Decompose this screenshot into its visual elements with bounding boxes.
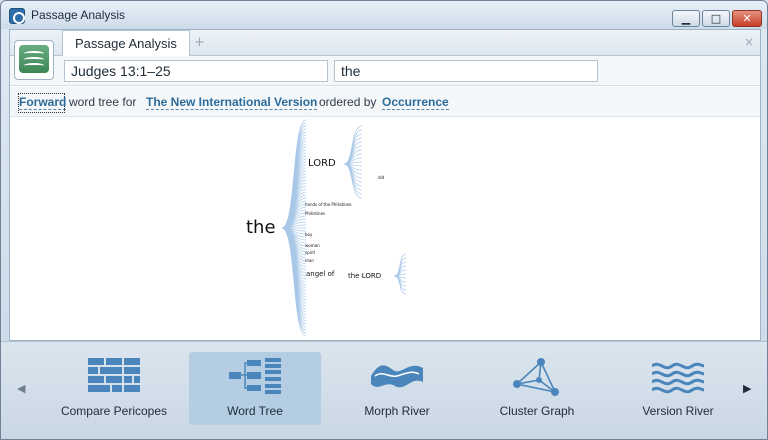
tool-compare-pericopes[interactable]: Compare Pericopes — [48, 352, 180, 425]
tree-label-boy: boy — [305, 232, 313, 237]
direction-dropdown[interactable]: Forward — [19, 95, 67, 110]
compare-pericopes-icon — [88, 358, 140, 392]
tool-label: Word Tree — [227, 404, 283, 418]
minimize-icon: ▁ — [681, 12, 691, 25]
close-icon: ✕ — [742, 12, 752, 25]
order-dropdown[interactable]: Occurrence — [382, 95, 449, 110]
morph-river-icon — [371, 365, 423, 388]
version-dropdown[interactable]: The New International Version — [146, 95, 318, 110]
tool-gallery: ◀ ▶ Compare Pericopes Word Tree Morph Ri… — [1, 341, 767, 439]
settings-text-1: word tree for — [69, 95, 137, 109]
app-logo-icon — [9, 8, 25, 24]
settings-text-2: ordered by — [319, 95, 377, 109]
tab-passage-analysis[interactable]: Passage Analysis — [62, 30, 190, 57]
tree-label-woman: woman — [305, 243, 320, 248]
panel-menu-button[interactable]: ▼ — [14, 40, 61, 97]
window-title: Passage Analysis — [31, 8, 126, 22]
tree-label-philistines: Philistines — [305, 211, 326, 216]
tool-version-river[interactable]: Version River — [612, 352, 744, 425]
word-tree-lines — [281, 119, 407, 337]
tree-branch-lord[interactable]: LORD — [308, 158, 336, 169]
cluster-graph-icon — [513, 358, 559, 396]
passage-analysis-window: Passage Analysis ▁ □ ✕ Passage Analysis … — [0, 0, 768, 440]
tree-root-word[interactable]: the — [246, 217, 276, 238]
passage-analysis-logo-icon — [19, 45, 49, 73]
word-tree-icon — [229, 358, 281, 394]
tab-strip: Passage Analysis + × — [10, 30, 760, 57]
add-tab-button[interactable]: + — [194, 35, 205, 50]
query-input[interactable]: the — [334, 60, 598, 82]
tool-cluster-graph[interactable]: Cluster Graph — [471, 352, 603, 425]
tree-label-hands: hands of the Philistines — [305, 202, 352, 207]
tool-morph-river[interactable]: Morph River — [331, 352, 463, 425]
reference-input[interactable]: Judges 13:1–25 — [64, 60, 328, 82]
title-bar: Passage Analysis ▁ □ ✕ — [1, 1, 767, 29]
tree-label-man: man — [305, 258, 314, 263]
close-tab-button[interactable]: × — [744, 35, 754, 49]
tab-label: Passage Analysis — [75, 36, 177, 51]
tool-label: Morph River — [364, 404, 430, 418]
close-window-button[interactable]: ✕ — [732, 10, 762, 27]
analysis-panel: Passage Analysis + × Judges 13:1–25 the … — [9, 29, 761, 341]
tree-branch-angel-of[interactable]: angel of — [306, 270, 334, 278]
scroll-left-button[interactable]: ◀ — [17, 382, 25, 395]
scroll-right-button[interactable]: ▶ — [743, 382, 751, 395]
tool-label: Cluster Graph — [499, 404, 575, 418]
version-river-icon — [652, 362, 704, 394]
tool-label: Version River — [642, 404, 714, 418]
tree-label-spirit: spirit — [305, 250, 316, 255]
word-tree-canvas: the LORD the LORD angel of hands of the … — [10, 118, 760, 340]
inputs-row: Judges 13:1–25 the — [10, 56, 760, 86]
settings-row: Forward word tree for The New Internatio… — [10, 87, 760, 117]
tool-label: Compare Pericopes — [60, 404, 168, 418]
minimize-button[interactable]: ▁ — [672, 10, 700, 27]
tree-label-did: did — [378, 175, 385, 180]
tool-word-tree[interactable]: Word Tree — [189, 352, 321, 425]
tree-branch-the-lord[interactable]: the LORD — [348, 272, 381, 280]
maximize-icon: □ — [710, 12, 722, 25]
maximize-button[interactable]: □ — [702, 10, 730, 27]
